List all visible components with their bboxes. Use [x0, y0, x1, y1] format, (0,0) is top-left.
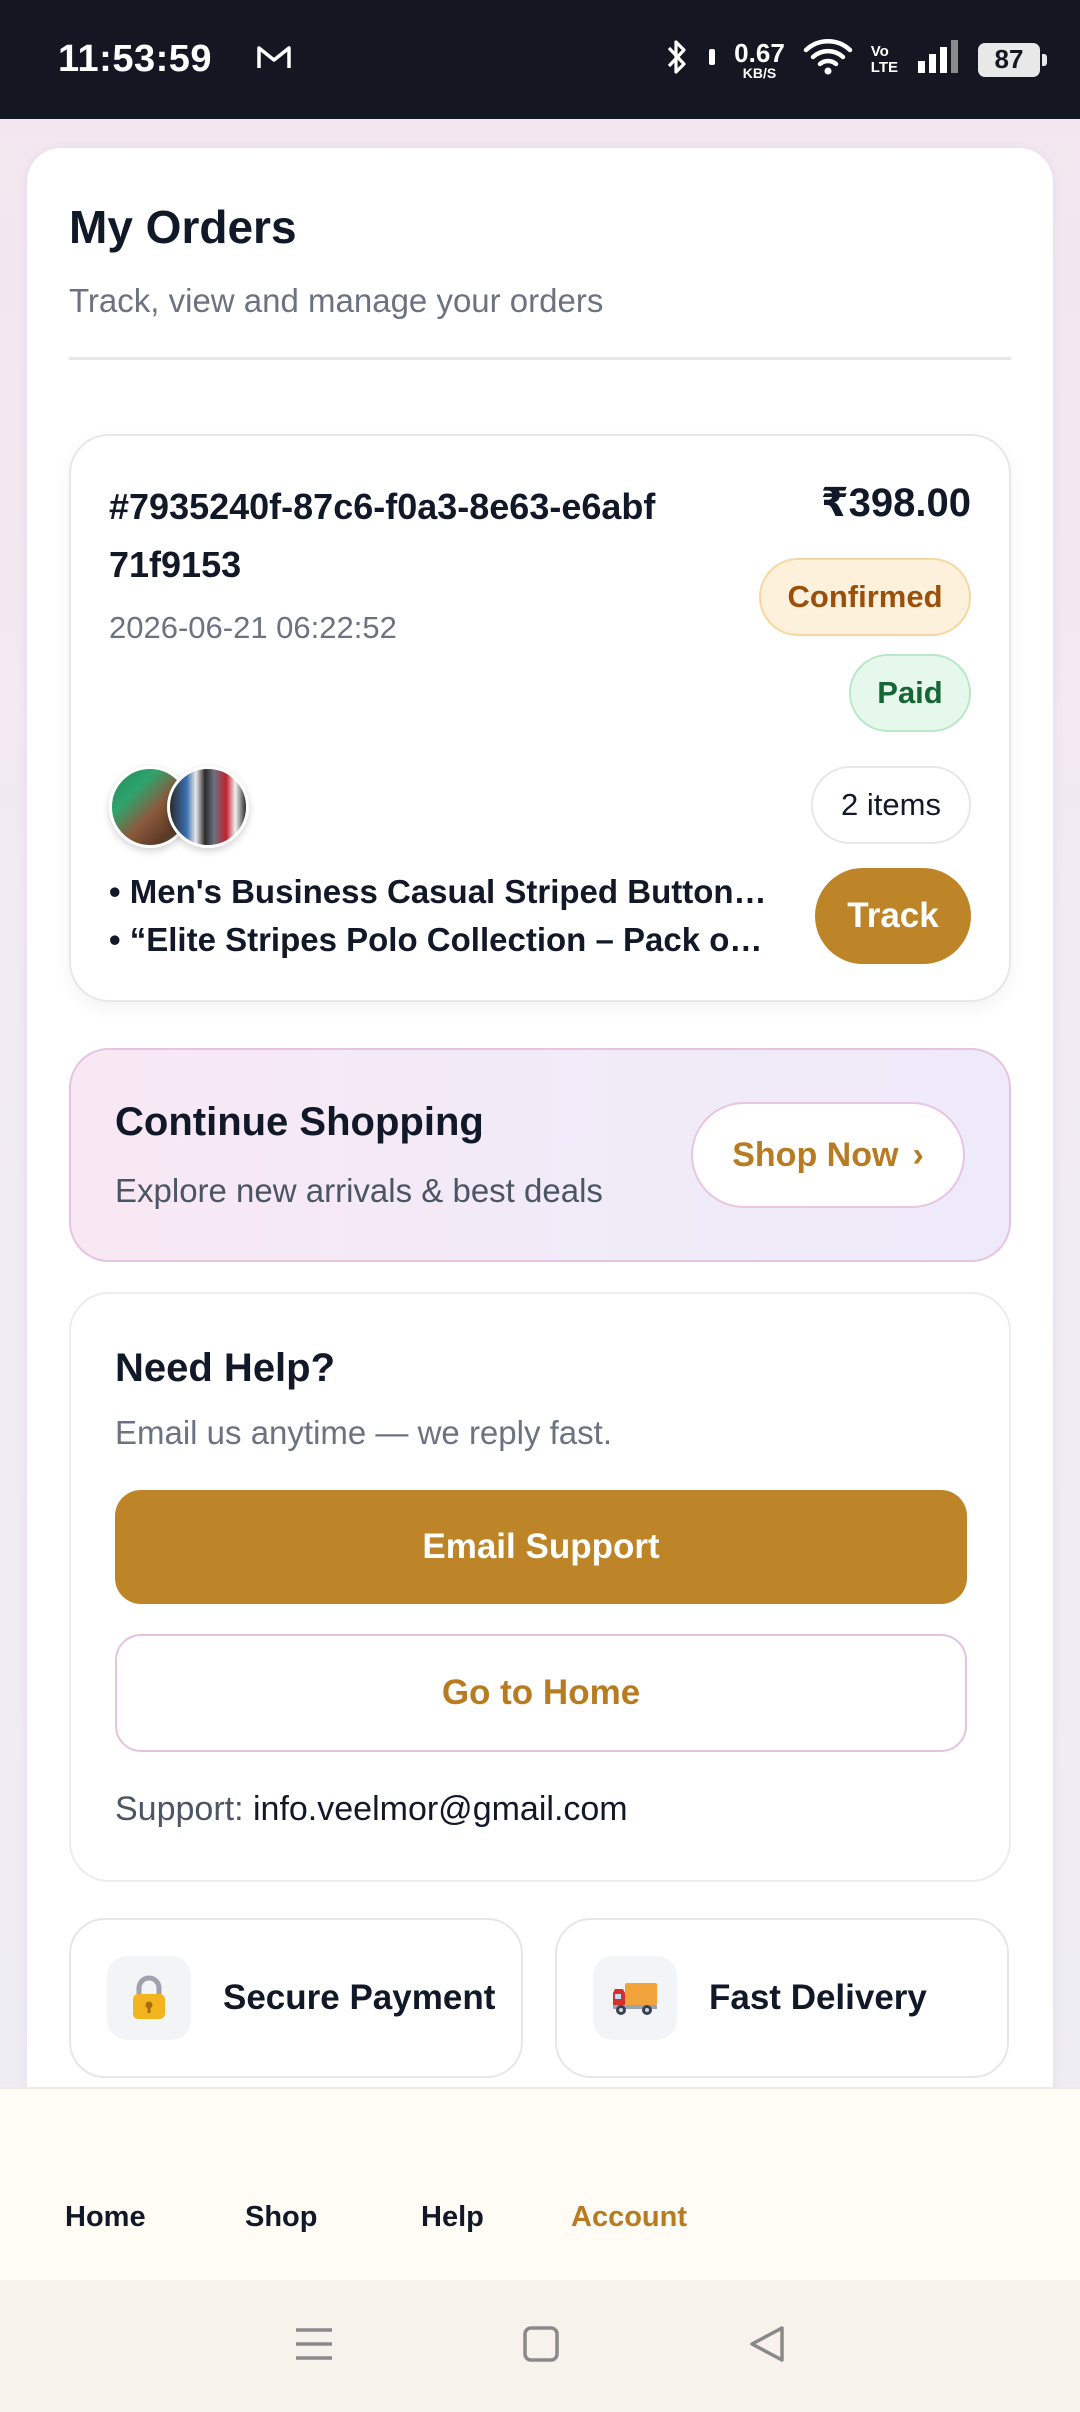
nav-home[interactable]: Home — [65, 2201, 146, 2234]
status-bar: 11:53:59 0.67 KB/S Vo LTE 87 — [0, 0, 1080, 119]
feature-secure-payment: Secure Payment — [69, 1918, 523, 2078]
order-status-badge: Confirmed — [759, 558, 971, 636]
nav-shop[interactable]: Shop — [245, 2201, 318, 2234]
battery-indicator: 87 — [978, 42, 1047, 77]
payment-status-badge: Paid — [849, 654, 971, 732]
shop-now-button[interactable]: Shop Now › — [691, 1102, 965, 1208]
orders-panel: My Orders Track, view and manage your or… — [27, 148, 1053, 2148]
shop-now-label: Shop Now — [732, 1135, 899, 1174]
items-count-pill: 2 items — [811, 766, 971, 844]
header-divider — [69, 357, 1011, 360]
support-email-link[interactable]: info.veelmor@gmail.com — [253, 1790, 628, 1828]
track-button[interactable]: Track — [815, 868, 971, 964]
order-date: 2026-06-21 06:22:52 — [109, 610, 397, 645]
feature-label: Secure Payment — [223, 1978, 496, 2017]
truck-icon — [593, 1956, 677, 2040]
email-support-button[interactable]: Email Support — [115, 1490, 967, 1604]
order-price: ₹398.00 — [820, 481, 971, 525]
back-triangle-icon[interactable] — [748, 2324, 786, 2369]
feature-fast-delivery: Fast Delivery — [555, 1918, 1009, 2078]
product-thumbnails — [109, 766, 259, 848]
product-name: Men's Business Casual Striped Button Dow… — [109, 868, 769, 916]
page-subtitle: Track, view and manage your orders — [69, 282, 604, 319]
support-contact: Support: info.veelmor@gmail.com — [115, 1790, 628, 1829]
continue-shopping-title: Continue Shopping — [115, 1100, 484, 1144]
home-square-icon[interactable] — [522, 2325, 560, 2368]
battery-saver-dot — [708, 45, 716, 74]
feature-label: Fast Delivery — [709, 1978, 927, 2017]
recent-apps-icon[interactable] — [294, 2326, 334, 2367]
bottom-nav: Home Shop Help Account — [0, 2087, 1080, 2280]
chevron-right-icon: › — [912, 1135, 924, 1174]
product-name: “Elite Stripes Polo Collection – Pack of… — [109, 916, 769, 964]
order-card[interactable]: #7935240f-87c6-f0a3-8e63-e6abf71f9153 20… — [69, 434, 1011, 1002]
order-id: #7935240f-87c6-f0a3-8e63-e6abf71f9153 — [109, 486, 656, 585]
continue-shopping-card: Continue Shopping Explore new arrivals &… — [69, 1048, 1011, 1262]
lock-icon — [107, 1956, 191, 2040]
continue-shopping-subtitle: Explore new arrivals & best deals — [115, 1172, 603, 1209]
help-card: Need Help? Email us anytime — we reply f… — [69, 1292, 1011, 1882]
gmail-icon — [256, 43, 292, 76]
page-title: My Orders — [69, 201, 297, 253]
bluetooth-icon — [664, 38, 690, 81]
go-to-home-button[interactable]: Go to Home — [115, 1634, 967, 1752]
system-nav-bar — [0, 2280, 1080, 2412]
signal-icon — [916, 39, 960, 80]
nav-account[interactable]: Account — [571, 2201, 687, 2234]
support-label: Support: — [115, 1790, 244, 1828]
help-title: Need Help? — [115, 1346, 336, 1390]
wifi-icon — [803, 38, 853, 81]
nav-help[interactable]: Help — [421, 2201, 484, 2234]
status-time: 11:53:59 — [58, 38, 213, 80]
network-speed: 0.67 KB/S — [734, 37, 785, 81]
help-subtitle: Email us anytime — we reply fast. — [115, 1414, 612, 1451]
volte-indicator: Vo LTE — [870, 42, 898, 76]
product-list: Men's Business Casual Striped Button Dow… — [109, 868, 769, 964]
product-thumbnail — [167, 766, 249, 848]
